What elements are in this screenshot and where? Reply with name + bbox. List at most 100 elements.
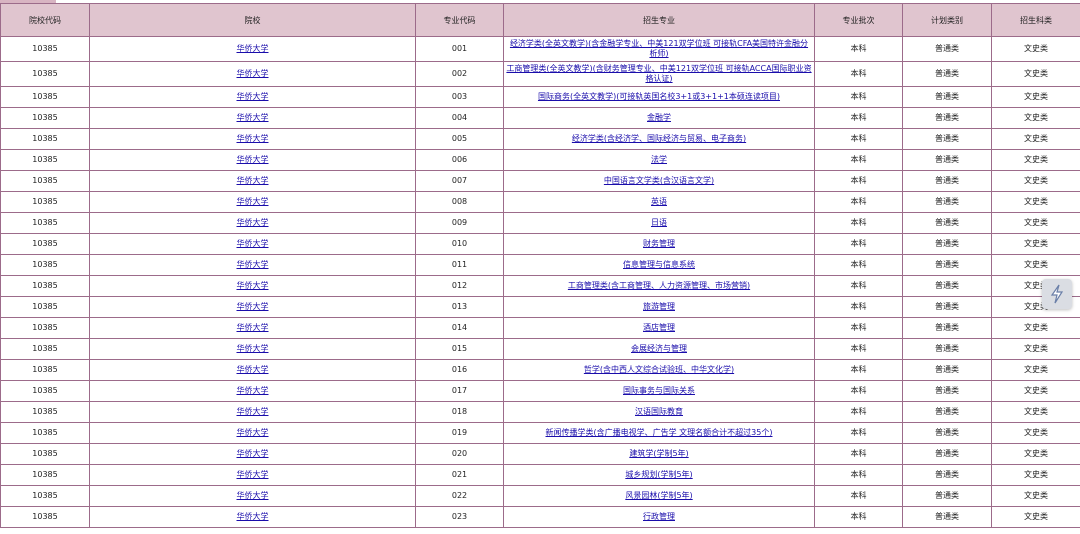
major-link[interactable]: 中国语言文学类(含汉语言文学) xyxy=(604,176,714,185)
cell-batch: 本科 xyxy=(814,275,903,297)
major-link[interactable]: 金融学 xyxy=(647,113,671,122)
major-link[interactable]: 旅游管理 xyxy=(643,302,675,311)
cell-batch: 本科 xyxy=(814,212,903,234)
major-link[interactable]: 经济学类(含经济学、国际经济与贸易、电子商务) xyxy=(572,134,746,143)
cell-school: 华侨大学 xyxy=(89,61,416,87)
cell-school-code: 10385 xyxy=(0,338,90,360)
major-link[interactable]: 城乡规划(学制5年) xyxy=(625,470,692,479)
cell-school-code: 10385 xyxy=(0,86,90,108)
table-row: 10385 华侨大学 015 会展经济与管理 本科 普通类 文史类 xyxy=(0,338,1080,360)
school-link[interactable]: 华侨大学 xyxy=(237,218,269,227)
cell-batch: 本科 xyxy=(814,338,903,360)
cell-school-code: 10385 xyxy=(0,443,90,465)
cell-major-code: 014 xyxy=(415,317,504,339)
cell-school-code: 10385 xyxy=(0,464,90,486)
school-link[interactable]: 华侨大学 xyxy=(237,407,269,416)
cell-major-code: 002 xyxy=(415,61,504,87)
school-link[interactable]: 华侨大学 xyxy=(237,281,269,290)
table-row: 10385 华侨大学 007 中国语言文学类(含汉语言文学) 本科 普通类 文史类 xyxy=(0,170,1080,192)
major-link[interactable]: 汉语国际教育 xyxy=(635,407,683,416)
school-link[interactable]: 华侨大学 xyxy=(237,44,269,53)
school-link[interactable]: 华侨大学 xyxy=(237,386,269,395)
cell-school-code: 10385 xyxy=(0,191,90,213)
cell-school-code: 10385 xyxy=(0,254,90,276)
major-link[interactable]: 工商管理类(含工商管理、人力资源管理、市场营销) xyxy=(568,281,750,290)
school-link[interactable]: 华侨大学 xyxy=(237,323,269,332)
major-link[interactable]: 信息管理与信息系统 xyxy=(623,260,695,269)
school-link[interactable]: 华侨大学 xyxy=(237,69,269,78)
major-link[interactable]: 工商管理类(全英文教学)(含财务管理专业、中美121双学位班 可接轨ACCA国际… xyxy=(506,64,811,83)
school-link[interactable]: 华侨大学 xyxy=(237,512,269,521)
major-link[interactable]: 国际商务(全英文教学)(可接轨英国名校3+1或3+1+1本硕连读项目) xyxy=(538,92,780,101)
table-row: 10385 华侨大学 023 行政管理 本科 普通类 文史类 xyxy=(0,506,1080,528)
table-row: 10385 华侨大学 004 金融学 本科 普通类 文史类 xyxy=(0,107,1080,129)
table-row: 10385 华侨大学 021 城乡规划(学制5年) 本科 普通类 文史类 xyxy=(0,464,1080,486)
major-link[interactable]: 哲学(含中西人文综合试验班、中华文化学) xyxy=(584,365,734,374)
school-link[interactable]: 华侨大学 xyxy=(237,344,269,353)
major-link[interactable]: 行政管理 xyxy=(643,512,675,521)
header-school: 院校 xyxy=(89,3,416,37)
major-link[interactable]: 酒店管理 xyxy=(643,323,675,332)
cell-major: 新闻传播学类(含广播电视学、广告学 文理名额合计不超过35个) xyxy=(503,422,815,444)
school-link[interactable]: 华侨大学 xyxy=(237,134,269,143)
school-link[interactable]: 华侨大学 xyxy=(237,155,269,164)
cell-major: 工商管理类(含工商管理、人力资源管理、市场营销) xyxy=(503,275,815,297)
cell-school-code: 10385 xyxy=(0,359,90,381)
cell-batch: 本科 xyxy=(814,401,903,423)
cell-school: 华侨大学 xyxy=(89,107,416,129)
cell-plan-type: 普通类 xyxy=(902,296,992,318)
cell-major-code: 008 xyxy=(415,191,504,213)
school-link[interactable]: 华侨大学 xyxy=(237,113,269,122)
cell-plan-type: 普通类 xyxy=(902,464,992,486)
table-row: 10385 华侨大学 010 财务管理 本科 普通类 文史类 xyxy=(0,233,1080,255)
cell-school: 华侨大学 xyxy=(89,212,416,234)
cell-plan-type: 普通类 xyxy=(902,212,992,234)
major-link[interactable]: 英语 xyxy=(651,197,667,206)
cell-subject: 文史类 xyxy=(991,380,1080,402)
cell-school: 华侨大学 xyxy=(89,36,416,62)
cell-school-code: 10385 xyxy=(0,36,90,62)
cell-subject: 文史类 xyxy=(991,86,1080,108)
major-link[interactable]: 新闻传播学类(含广播电视学、广告学 文理名额合计不超过35个) xyxy=(546,428,773,437)
school-link[interactable]: 华侨大学 xyxy=(237,197,269,206)
major-link[interactable]: 会展经济与管理 xyxy=(631,344,687,353)
floating-action-button[interactable] xyxy=(1042,279,1072,309)
school-link[interactable]: 华侨大学 xyxy=(237,365,269,374)
cell-school-code: 10385 xyxy=(0,149,90,171)
cell-school-code: 10385 xyxy=(0,275,90,297)
cell-major-code: 012 xyxy=(415,275,504,297)
lightning-icon xyxy=(1050,284,1064,304)
cell-school-code: 10385 xyxy=(0,485,90,507)
school-link[interactable]: 华侨大学 xyxy=(237,260,269,269)
school-link[interactable]: 华侨大学 xyxy=(237,449,269,458)
major-link[interactable]: 日语 xyxy=(651,218,667,227)
major-link[interactable]: 经济学类(全英文教学)(含金融学专业、中美121双学位班 可接轨CFA美国特许金… xyxy=(510,39,808,58)
school-link[interactable]: 华侨大学 xyxy=(237,491,269,500)
cell-plan-type: 普通类 xyxy=(902,380,992,402)
school-link[interactable]: 华侨大学 xyxy=(237,239,269,248)
cell-subject: 文史类 xyxy=(991,149,1080,171)
major-link[interactable]: 国际事务与国际关系 xyxy=(623,386,695,395)
school-link[interactable]: 华侨大学 xyxy=(237,92,269,101)
cell-subject: 文史类 xyxy=(991,254,1080,276)
cell-school-code: 10385 xyxy=(0,317,90,339)
cell-major: 酒店管理 xyxy=(503,317,815,339)
cell-subject: 文史类 xyxy=(991,36,1080,62)
school-link[interactable]: 华侨大学 xyxy=(237,428,269,437)
school-link[interactable]: 华侨大学 xyxy=(237,302,269,311)
major-link[interactable]: 风景园林(学制5年) xyxy=(625,491,692,500)
table-body: 10385 华侨大学 001 经济学类(全英文教学)(含金融学专业、中美121双学位班… xyxy=(0,36,1080,528)
cell-plan-type: 普通类 xyxy=(902,443,992,465)
school-link[interactable]: 华侨大学 xyxy=(237,470,269,479)
cell-major: 国际商务(全英文教学)(可接轨英国名校3+1或3+1+1本硕连读项目) xyxy=(503,86,815,108)
school-link[interactable]: 华侨大学 xyxy=(237,176,269,185)
cell-batch: 本科 xyxy=(814,149,903,171)
major-link[interactable]: 法学 xyxy=(651,155,667,164)
major-link[interactable]: 建筑学(学制5年) xyxy=(629,449,688,458)
cell-subject: 文史类 xyxy=(991,359,1080,381)
cell-major-code: 020 xyxy=(415,443,504,465)
cell-batch: 本科 xyxy=(814,296,903,318)
cell-major-code: 007 xyxy=(415,170,504,192)
major-link[interactable]: 财务管理 xyxy=(643,239,675,248)
cell-school-code: 10385 xyxy=(0,422,90,444)
